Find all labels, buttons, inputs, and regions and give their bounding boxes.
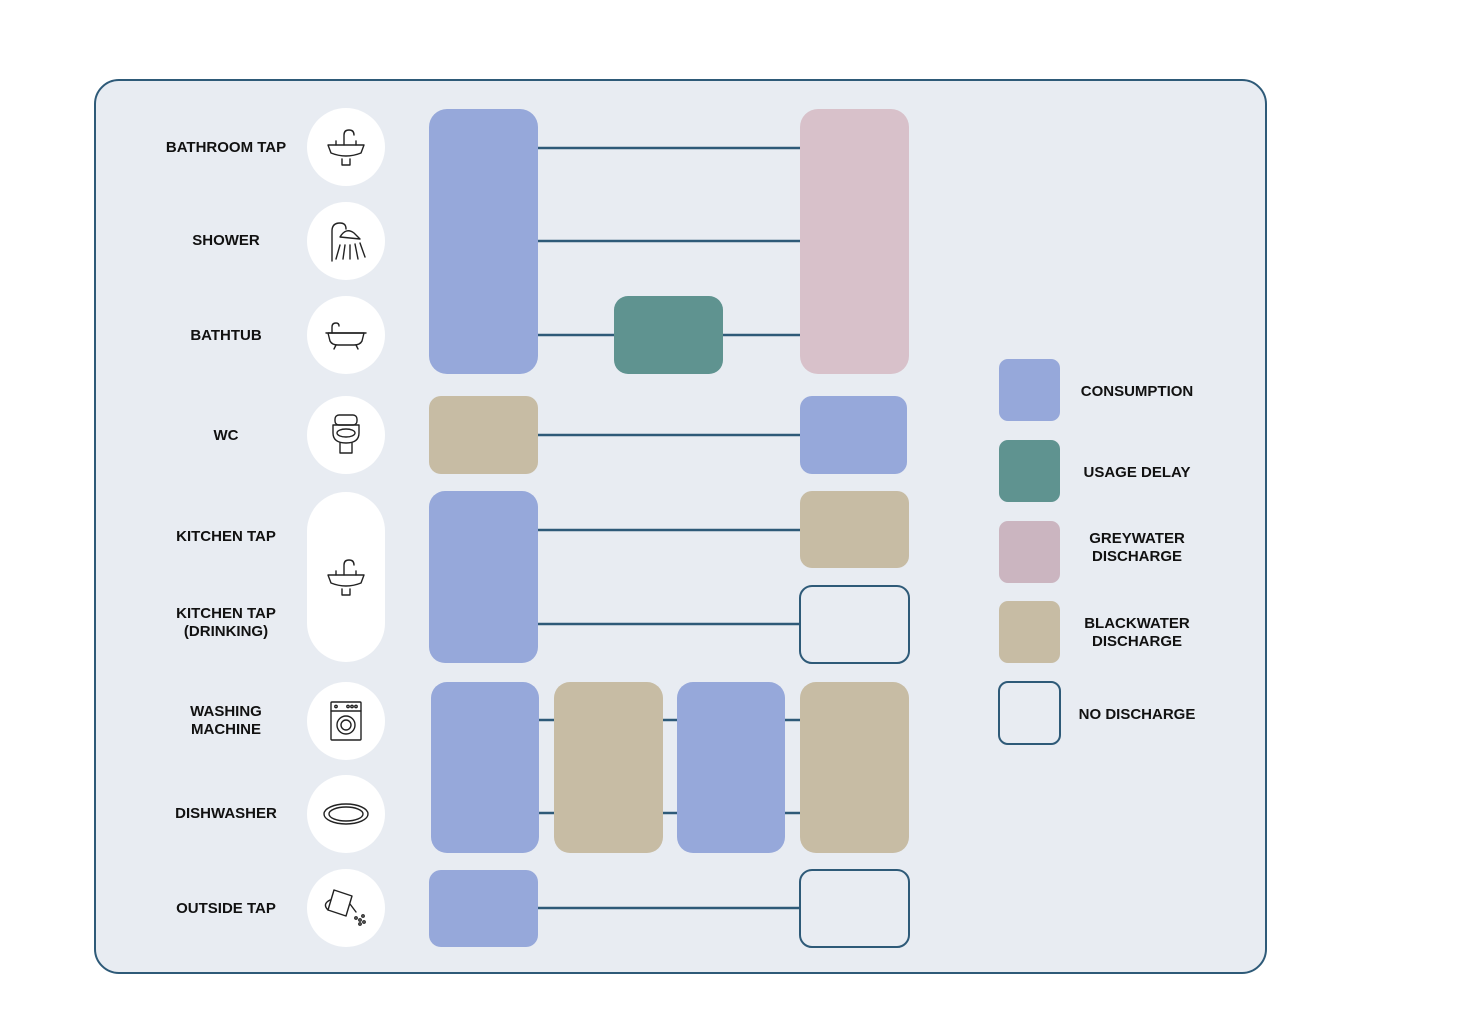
block-no-discharge-kitchen-drinking (799, 585, 910, 664)
block-greywater-bathroom (800, 109, 909, 374)
block-usage-delay-bathtub (614, 296, 723, 374)
icon-bg-bathroom-tap (307, 108, 385, 186)
icon-bg-dishwasher (307, 775, 385, 853)
legend-swatch-consumption (999, 359, 1060, 421)
block-blackwater-appliances-1 (554, 682, 663, 853)
block-consumption-kitchen (429, 491, 538, 663)
icon-bg-kitchen (307, 492, 385, 662)
legend-label-usage-delay: USAGE DELAY (1084, 464, 1191, 481)
legend-label-no-discharge: NO DISCHARGE (1079, 706, 1196, 723)
block-consumption-wc (800, 396, 907, 474)
label-dishwasher: DISHWASHER (175, 805, 277, 822)
block-consumption-bathroom (429, 109, 538, 374)
label-outside-tap: OUTSIDE TAP (176, 900, 276, 917)
block-consumption-outside-tap (429, 870, 538, 947)
icon-bg-wc (307, 396, 385, 474)
label-shower: SHOWER (192, 232, 260, 249)
label-bathtub: BATHTUB (190, 327, 262, 344)
block-blackwater-wc (429, 396, 538, 474)
legend-swatch-greywater (999, 521, 1060, 583)
legend-swatch-usage-delay (999, 440, 1060, 502)
label-wc: WC (214, 427, 239, 444)
icon-bg-shower (307, 202, 385, 280)
water-flow-diagram: BATHROOM TAP SHOWER BATHTUB WC KITCHEN T… (94, 79, 1267, 974)
legend-label-greywater: GREYWATER DISCHARGE (1089, 530, 1185, 565)
legend-label-blackwater: BLACKWATER DISCHARGE (1084, 615, 1190, 650)
block-consumption-appliances-1 (431, 682, 539, 853)
label-kitchen-tap: KITCHEN TAP (176, 528, 276, 545)
block-blackwater-appliances-2 (800, 682, 909, 853)
label-kitchen-tap-drinking: KITCHEN TAP (DRINKING) (176, 605, 276, 640)
icon-bg-washing-machine (307, 682, 385, 760)
block-consumption-appliances-2 (677, 682, 785, 853)
icon-bg-outside-tap (307, 869, 385, 947)
legend-swatch-blackwater (999, 601, 1060, 663)
legend-label-consumption: CONSUMPTION (1081, 383, 1194, 400)
block-no-discharge-outside-tap (799, 869, 910, 948)
label-bathroom-tap: BATHROOM TAP (166, 139, 286, 156)
block-blackwater-kitchen-tap (800, 491, 909, 568)
label-washing-machine: WASHING MACHINE (190, 703, 262, 738)
legend-swatch-no-discharge (998, 681, 1061, 745)
icon-bg-bathtub (307, 296, 385, 374)
